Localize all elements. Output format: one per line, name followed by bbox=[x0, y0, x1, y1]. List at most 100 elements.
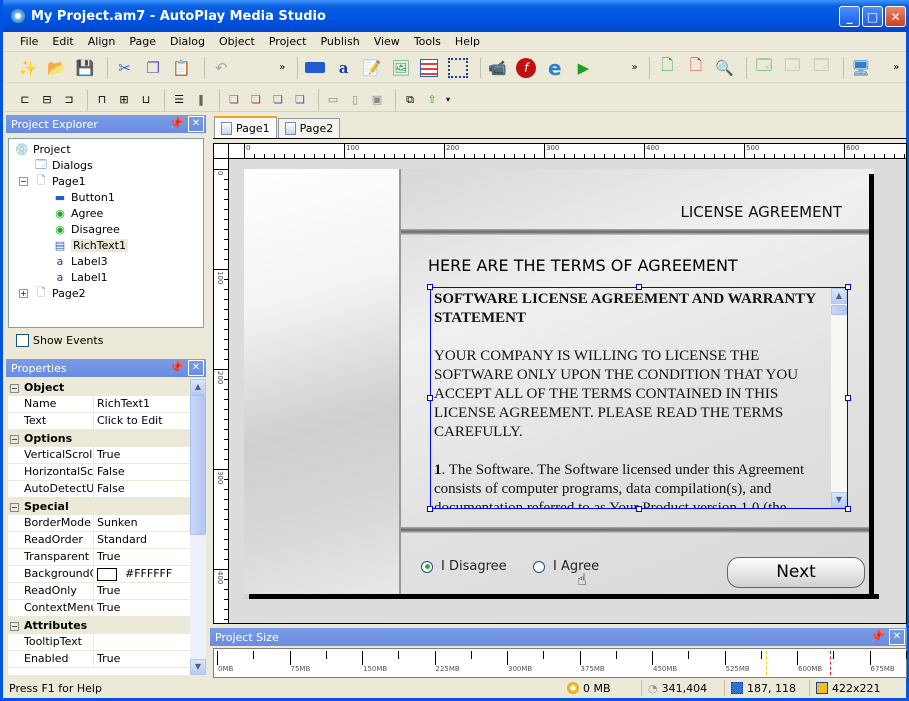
property-row[interactable]: Text Click to Edit bbox=[8, 413, 190, 430]
tree-node-richtext1[interactable]: ▤ RichText1 bbox=[53, 237, 128, 253]
tree-node-button1[interactable]: ▬ Button1 bbox=[53, 189, 115, 205]
web-object-icon[interactable]: e bbox=[543, 56, 567, 80]
design-canvas[interactable]: 0 100 200 300 400 500 600 0 100 200 300 400 LICENS… bbox=[213, 143, 907, 624]
menu-view[interactable]: View bbox=[374, 35, 400, 48]
property-category[interactable]: − Object bbox=[8, 379, 190, 396]
undo-icon[interactable]: ↶ bbox=[210, 57, 234, 79]
resize-handle[interactable] bbox=[845, 284, 851, 290]
tree-node-page2[interactable]: 🗋 Page2 bbox=[34, 285, 86, 301]
property-row[interactable]: BorderMode Sunken bbox=[8, 515, 190, 532]
minimize-button[interactable]: _ bbox=[839, 6, 860, 27]
property-value[interactable]: True bbox=[94, 549, 120, 565]
same-size-icon[interactable]: ▣ bbox=[368, 91, 386, 109]
property-row[interactable]: VerticalScrollbarTrue bbox=[8, 447, 190, 464]
add-page-icon[interactable]: 🗋 bbox=[655, 56, 679, 79]
property-value[interactable]: Click to Edit bbox=[94, 413, 163, 429]
close-panel-icon[interactable]: ✕ bbox=[188, 360, 204, 376]
menu-align[interactable]: Align bbox=[88, 35, 116, 48]
pin-icon[interactable]: 📌 bbox=[169, 116, 184, 130]
preview-page-icon[interactable]: 🔍 bbox=[713, 57, 737, 79]
menu-file[interactable]: File bbox=[20, 35, 38, 48]
hotspot-object-icon[interactable] bbox=[446, 57, 470, 79]
resize-handle[interactable] bbox=[636, 284, 642, 290]
close-panel-icon[interactable]: ✕ bbox=[889, 629, 905, 645]
send-back-icon[interactable]: ❏ bbox=[291, 91, 309, 109]
property-category[interactable]: − Options bbox=[8, 430, 190, 447]
property-category[interactable]: − Special bbox=[8, 498, 190, 515]
menu-publish[interactable]: Publish bbox=[320, 35, 359, 48]
image-object-icon[interactable]: 🖼 bbox=[389, 57, 413, 79]
expand-icon[interactable]: + bbox=[19, 289, 28, 298]
tab-page2[interactable]: Page2 bbox=[277, 118, 341, 138]
space-horizontal-icon[interactable]: ‖ bbox=[192, 91, 210, 109]
property-row[interactable]: TooltipText bbox=[8, 634, 190, 651]
tree-node-disagree[interactable]: ◉ Disagree bbox=[53, 221, 120, 237]
menu-help[interactable]: Help bbox=[455, 35, 480, 48]
tree-node-page1[interactable]: 🗋 Page1 bbox=[34, 173, 86, 189]
align-bottom-icon[interactable]: ⊔ bbox=[137, 91, 155, 109]
resize-handle[interactable] bbox=[636, 506, 642, 512]
property-value[interactable]: True bbox=[94, 447, 120, 463]
property-value[interactable]: #FFFFFF bbox=[94, 566, 172, 582]
property-row[interactable]: HorizontalScrollbarFalse bbox=[8, 464, 190, 481]
label-object-icon[interactable]: a bbox=[332, 57, 356, 79]
property-row[interactable]: ReadOnly True bbox=[8, 583, 190, 600]
wizard-icon[interactable]: ✨ bbox=[16, 57, 40, 79]
tree-node-agree[interactable]: ◉ Agree bbox=[53, 205, 103, 221]
checkbox-icon[interactable] bbox=[16, 333, 29, 347]
toolbar-dropdown-icon[interactable]: ▾ bbox=[445, 91, 451, 109]
collapse-icon[interactable]: − bbox=[10, 503, 19, 512]
toolbar-overflow-icon[interactable]: » bbox=[891, 57, 901, 79]
toolbar-overflow-icon[interactable]: » bbox=[277, 57, 287, 79]
menu-object[interactable]: Object bbox=[219, 35, 255, 48]
menu-tools[interactable]: Tools bbox=[414, 35, 441, 48]
paste-icon[interactable]: 📋 bbox=[170, 57, 194, 79]
property-value[interactable]: False bbox=[94, 481, 125, 497]
toolbar-overflow-icon[interactable]: » bbox=[630, 57, 640, 79]
properties-scrollbar[interactable]: ▲ ▼ bbox=[190, 379, 206, 675]
property-value[interactable]: True bbox=[94, 583, 120, 599]
tree-node-label1[interactable]: a Label1 bbox=[53, 269, 108, 285]
button-object-icon[interactable] bbox=[303, 57, 327, 79]
save-icon[interactable]: 💾 bbox=[73, 57, 97, 79]
richtext-object[interactable]: SOFTWARE LICENSE AGREEMENT AND WARRANTY … bbox=[430, 287, 848, 509]
cut-icon[interactable]: ✂ bbox=[113, 57, 137, 79]
send-backward-icon[interactable]: ❏ bbox=[269, 91, 287, 109]
open-folder-icon[interactable]: 📂 bbox=[45, 57, 69, 79]
property-value[interactable]: True bbox=[94, 600, 120, 616]
next-button[interactable]: Next bbox=[727, 557, 865, 588]
property-value[interactable]: False bbox=[94, 464, 125, 480]
resize-handle[interactable] bbox=[427, 284, 433, 290]
preview-dialog-icon[interactable]: 🗔 bbox=[809, 56, 833, 79]
property-row[interactable]: ContextMenu True bbox=[8, 600, 190, 617]
property-row[interactable]: Name RichText1 bbox=[8, 396, 190, 413]
maximize-button[interactable]: □ bbox=[862, 6, 883, 27]
resize-handle[interactable] bbox=[427, 506, 433, 512]
bring-forward-icon[interactable]: ❏ bbox=[247, 91, 265, 109]
collapse-icon[interactable]: − bbox=[10, 622, 19, 631]
license-title-label[interactable]: LICENSE AGREEMENT bbox=[680, 203, 842, 221]
property-row[interactable]: AutoDetectURLFalse bbox=[8, 481, 190, 498]
property-value[interactable]: Standard bbox=[94, 532, 147, 548]
menu-page[interactable]: Page bbox=[129, 35, 156, 48]
align-center-icon[interactable]: ⊟ bbox=[38, 91, 56, 109]
scroll-thumb[interactable] bbox=[831, 305, 847, 315]
resize-handle[interactable] bbox=[845, 395, 851, 401]
close-panel-icon[interactable]: ✕ bbox=[188, 116, 204, 132]
scroll-down-icon[interactable]: ▼ bbox=[190, 659, 206, 675]
show-events-checkbox[interactable]: Show Events bbox=[8, 329, 204, 351]
radio-agree[interactable]: I Agree bbox=[533, 559, 599, 574]
paragraph-object-icon[interactable]: 📝 bbox=[360, 57, 384, 79]
property-value[interactable] bbox=[94, 634, 97, 650]
menu-dialog[interactable]: Dialog bbox=[170, 35, 205, 48]
color-swatch[interactable] bbox=[97, 567, 117, 581]
pin-icon[interactable]: 📌 bbox=[870, 629, 885, 643]
property-value[interactable]: Sunken bbox=[94, 515, 138, 531]
property-value[interactable]: True bbox=[94, 651, 120, 667]
video-object-icon[interactable]: 📹 bbox=[486, 57, 510, 79]
align-top-icon[interactable]: ⊓ bbox=[93, 91, 111, 109]
property-category[interactable]: − Attributes bbox=[8, 617, 190, 634]
radio-disagree[interactable]: I Disagree bbox=[421, 559, 507, 574]
terms-heading-label[interactable]: HERE ARE THE TERMS OF AGREEMENT bbox=[428, 256, 738, 275]
property-row[interactable]: Transparent True bbox=[8, 549, 190, 566]
